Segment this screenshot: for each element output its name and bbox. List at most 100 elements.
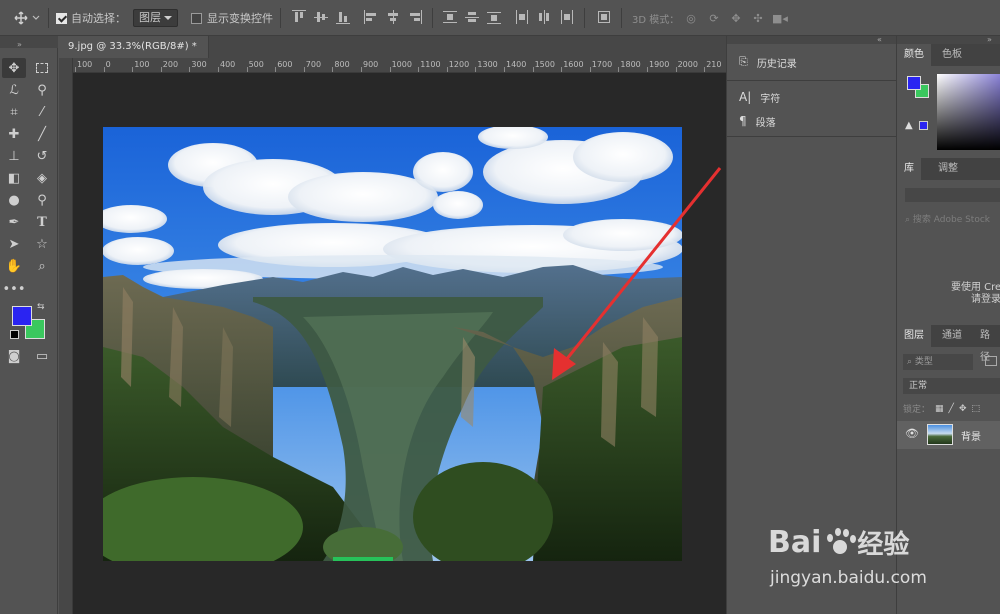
ruler-tick-label: 0 (105, 60, 111, 69)
show-transform-checkbox[interactable] (191, 12, 202, 24)
layer-filter-label: 类型 (914, 357, 933, 367)
default-colors-icon[interactable] (10, 330, 19, 339)
lock-transparent-icon[interactable]: ▦ (935, 404, 944, 414)
visibility-eye-icon[interactable]: 👁 (905, 427, 919, 440)
distribute-left-icon[interactable] (515, 10, 529, 24)
auto-select-dropdown[interactable]: 图层 (133, 9, 178, 27)
swap-colors-icon[interactable]: ⇆ (37, 302, 45, 312)
ruler-tick (704, 67, 706, 72)
character-panel-button[interactable]: A| 字符 (739, 87, 780, 107)
document-tab[interactable]: 9.jpg @ 33.3%(RGB/8#) * × (59, 36, 209, 74)
ruler-tick-label: 600 (277, 60, 293, 69)
library-dropdown[interactable] (905, 188, 1000, 202)
brush-tool-icon[interactable]: ╱ (30, 124, 54, 144)
filter-image-icon[interactable] (985, 356, 997, 366)
ruler-tick-label: 500 (248, 60, 264, 69)
crop-tool-icon[interactable]: ⌗ (2, 102, 26, 122)
blur-tool-icon[interactable]: ● (2, 190, 26, 210)
panel-dock-header (727, 36, 897, 44)
align-right-icon[interactable] (408, 10, 422, 24)
toolbox-collapse-icon[interactable]: » (17, 40, 22, 49)
distribute-top-icon[interactable] (443, 10, 457, 24)
quick-mask-icon[interactable]: ◙ (2, 346, 26, 366)
distribute-bottom-icon[interactable] (487, 10, 501, 24)
tab-channels[interactable]: 通道 (935, 325, 969, 347)
3d-pan-icon[interactable]: ✥ (728, 8, 744, 28)
eraser-tool-icon[interactable]: ◧ (2, 168, 26, 188)
3d-roll-icon[interactable]: ⟳ (706, 8, 722, 28)
tab-library[interactable]: 库 (897, 158, 921, 180)
options-bar: 自动选择： 图层 显示变换控件 3D 模式： ◎ ⟳ ✥ ✣ ■◂ (0, 0, 1000, 36)
lasso-tool-icon[interactable]: ℒ (2, 80, 26, 100)
distribute-hcenter-icon[interactable] (537, 10, 551, 24)
screen-mode-icon[interactable]: ▭ (30, 346, 54, 366)
zoom-tool-icon[interactable]: ⌕ (30, 256, 54, 276)
layer-row-background[interactable]: 👁 背景 (897, 421, 1000, 449)
web-safe-swatch[interactable] (919, 121, 928, 130)
library-search-input[interactable]: ⌕ 搜索 Adobe Stock (905, 212, 1000, 228)
clone-stamp-tool-icon[interactable]: ⊥ (2, 146, 26, 166)
ruler-tick (246, 67, 248, 72)
blend-mode-dropdown[interactable]: 正常 (903, 378, 1000, 394)
tab-swatches[interactable]: 色板 (935, 44, 969, 66)
right-dock-collapse-icon[interactable]: » (987, 35, 992, 44)
align-vcenter-icon[interactable] (314, 10, 328, 24)
auto-align-layers-icon[interactable] (597, 10, 611, 24)
3d-slide-icon[interactable]: ✣ (750, 8, 766, 28)
history-panel-button[interactable]: ⎘ 历史记录 (739, 52, 797, 72)
align-left-icon[interactable] (364, 10, 378, 24)
layer-name: 背景 (961, 432, 981, 443)
tab-adjustments[interactable]: 调整 (931, 158, 965, 180)
move-tool-preset-picker[interactable] (12, 8, 42, 28)
paragraph-label: 段落 (755, 117, 776, 129)
healing-brush-tool-icon[interactable]: ✚ (2, 124, 26, 144)
ruler-tick (618, 67, 620, 72)
move-tool-icon[interactable]: ✥ (2, 58, 26, 78)
toolbox-header (0, 36, 58, 48)
path-select-tool-icon[interactable]: ➤ (2, 234, 26, 254)
ruler-tick (103, 67, 105, 72)
align-bottom-icon[interactable] (336, 10, 350, 24)
eyedropper-tool-icon[interactable]: ⁄ (30, 102, 54, 122)
3d-orbit-icon[interactable]: ◎ (683, 8, 699, 28)
color-field[interactable] (937, 74, 1000, 150)
ruler-tick-label: 100 (77, 60, 93, 69)
tab-color[interactable]: 颜色 (897, 44, 931, 66)
ruler-tick (160, 67, 162, 72)
dodge-tool-icon[interactable]: ⚲ (30, 190, 54, 210)
layer-filter-dropdown[interactable]: ⌕ 类型 (903, 354, 973, 370)
shape-tool-icon[interactable]: ☆ (30, 234, 54, 254)
quick-select-tool-icon[interactable]: ⚲ (30, 80, 54, 100)
collapsed-panels: « ⎘ 历史记录 A| 字符 ¶ 段落 (726, 35, 897, 614)
library-tabbar: 库 调整 (897, 158, 1000, 180)
paragraph-panel-button[interactable]: ¶ 段落 (739, 111, 776, 131)
auto-select-checkbox[interactable] (56, 12, 67, 24)
ruler-tick-label: 800 (334, 60, 350, 69)
ruler-tick-label: 1500 (534, 60, 555, 69)
foreground-color-swatch[interactable] (12, 306, 32, 326)
marquee-tool-icon[interactable] (30, 58, 54, 78)
show-transform-label: 显示变换控件 (207, 12, 273, 25)
hand-tool-icon[interactable]: ✋ (2, 256, 26, 276)
auto-select-control: 自动选择： 图层 (56, 8, 178, 28)
align-hcenter-icon[interactable] (386, 10, 400, 24)
type-tool-icon[interactable]: T (30, 212, 54, 232)
lock-paint-icon[interactable]: ╱ (949, 404, 954, 414)
lock-artboard-icon[interactable]: ⬚ (972, 404, 981, 414)
paint-bucket-tool-icon[interactable]: ◈ (30, 168, 54, 188)
distribute-vcenter-icon[interactable] (465, 10, 479, 24)
tab-layers[interactable]: 图层 (897, 325, 931, 347)
more-tools-icon[interactable]: ••• (2, 279, 26, 299)
panel-foreground-swatch[interactable] (907, 76, 921, 90)
align-top-icon[interactable] (292, 10, 306, 24)
ruler-tick-label: 700 (305, 60, 322, 69)
ruler-tick (446, 67, 448, 72)
history-brush-tool-icon[interactable]: ↺ (30, 146, 54, 166)
3d-camera-icon[interactable]: ■◂ (770, 8, 790, 28)
tab-paths[interactable]: 路径 (973, 325, 1000, 363)
distribute-right-icon[interactable] (559, 10, 573, 24)
dock-collapse-icon[interactable]: « (877, 35, 882, 44)
lock-position-icon[interactable]: ✥ (959, 404, 967, 414)
ruler-vertical (59, 58, 73, 614)
pen-tool-icon[interactable]: ✒ (2, 212, 26, 232)
